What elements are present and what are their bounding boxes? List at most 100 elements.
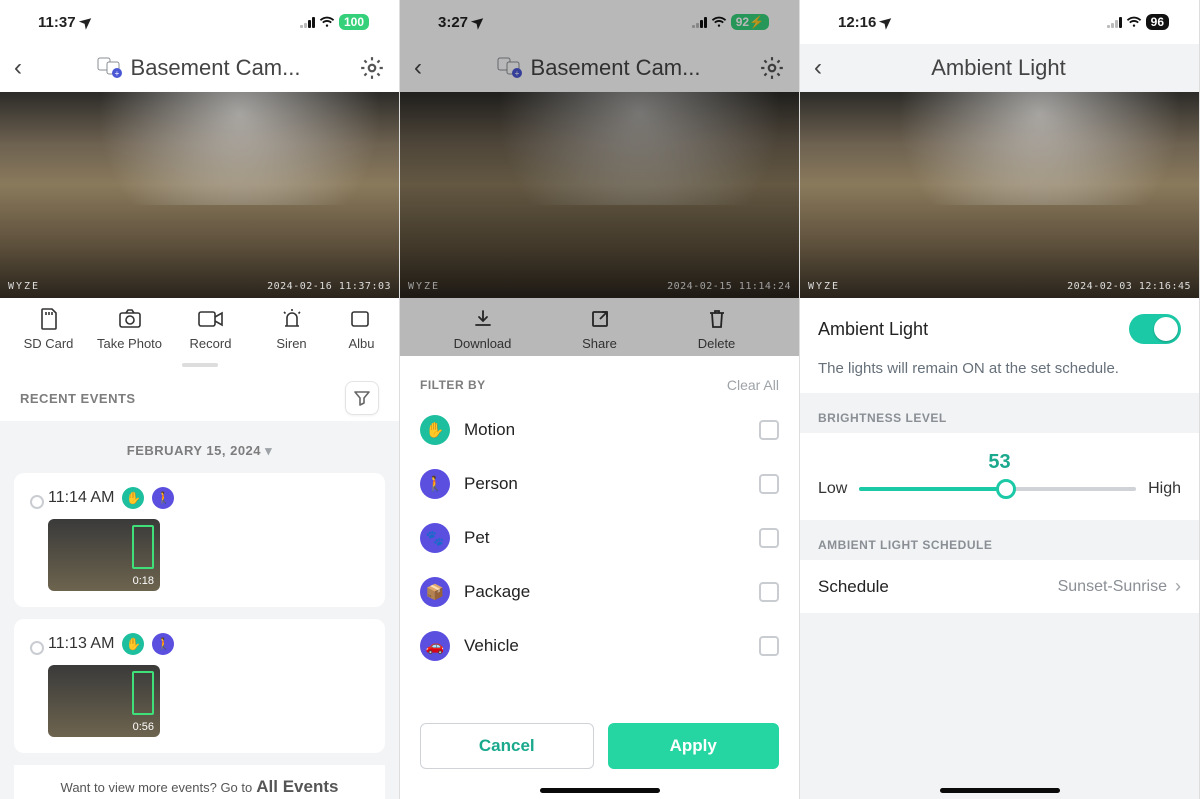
- checkbox[interactable]: [759, 528, 779, 548]
- filter-row-vehicle[interactable]: 🚗 Vehicle: [420, 619, 779, 673]
- action-label: Delete: [698, 336, 736, 351]
- brightness-value: 53: [818, 451, 1181, 474]
- battery-pill: 100: [339, 14, 369, 30]
- ambient-light-toggle[interactable]: [1129, 314, 1181, 344]
- schedule-label: Schedule: [818, 577, 1050, 597]
- status-bar: 3:27 ➤ 92⚡: [400, 0, 799, 44]
- feed-brand: WYZE: [808, 281, 840, 292]
- chevron-right-icon: ›: [1175, 576, 1181, 597]
- camera-feed[interactable]: WYZE 2024-02-15 11:14:24: [400, 92, 799, 298]
- status-time: 3:27: [438, 14, 468, 31]
- charging-icon: ⚡: [749, 15, 764, 29]
- motion-icon: ✋: [420, 415, 450, 445]
- all-events-link[interactable]: All Events: [256, 777, 338, 797]
- wifi-icon: [711, 16, 727, 28]
- more-events-strip[interactable]: Want to view more events? Go to All Even…: [14, 765, 385, 799]
- filter-sheet: FILTER BY Clear All ✋ Motion 🚶 Person 🐾 …: [400, 363, 799, 799]
- camera-feed[interactable]: WYZE 2024-02-03 12:16:45: [800, 92, 1199, 298]
- checkbox[interactable]: [759, 420, 779, 440]
- checkbox[interactable]: [759, 636, 779, 656]
- action-delete[interactable]: Delete: [680, 308, 754, 351]
- event-thumbnail[interactable]: 0:56: [48, 665, 160, 737]
- slider-knob[interactable]: [996, 479, 1016, 499]
- feed-brand: WYZE: [408, 281, 440, 292]
- chevron-down-icon: ▾: [265, 443, 272, 458]
- album-icon: [351, 308, 373, 330]
- filter-button[interactable]: [345, 381, 379, 415]
- cellular-icon: [1107, 16, 1122, 28]
- filter-row-person[interactable]: 🚶 Person: [420, 457, 779, 511]
- gear-icon: [759, 55, 785, 81]
- panel-live-view: 11:37 ➤ 100 ‹ + Basement Cam... WYZE 202…: [0, 0, 400, 799]
- camera-feed[interactable]: WYZE 2024-02-16 11:37:03: [0, 92, 399, 298]
- feed-timestamp: 2024-02-15 11:14:24: [667, 281, 791, 292]
- motion-tag-icon: ✋: [122, 487, 144, 509]
- siren-icon: [281, 308, 303, 330]
- status-bar: 12:16 ➤ 96: [800, 0, 1199, 44]
- brightness-title: BRIGHTNESS LEVEL: [800, 393, 1199, 433]
- battery-pill: 96: [1146, 14, 1169, 30]
- filter-by-title: FILTER BY: [420, 378, 486, 392]
- events-list[interactable]: FEBRUARY 15, 2024 ▾ 11:14 AM ✋ 🚶 0:18 11…: [0, 421, 399, 799]
- filter-row-package[interactable]: 📦 Package: [420, 565, 779, 619]
- cellular-icon: [692, 16, 707, 28]
- page-title: + Basement Cam...: [446, 55, 751, 81]
- pet-icon: 🐾: [420, 523, 450, 553]
- brightness-high-label: High: [1148, 480, 1181, 498]
- feed-brand: WYZE: [8, 281, 40, 292]
- event-thumbnail[interactable]: 0:18: [48, 519, 160, 591]
- settings-button[interactable]: [359, 55, 385, 81]
- record-icon: [198, 308, 224, 330]
- action-record[interactable]: Record: [174, 308, 248, 351]
- action-album[interactable]: Albu: [336, 308, 388, 351]
- event-item[interactable]: 11:14 AM ✋ 🚶 0:18: [14, 473, 385, 607]
- back-button[interactable]: ‹: [14, 56, 38, 80]
- svg-text:+: +: [114, 69, 119, 78]
- page-title: + Basement Cam...: [46, 55, 351, 81]
- apply-button[interactable]: Apply: [608, 723, 780, 769]
- event-duration: 0:56: [133, 721, 154, 733]
- drag-handle[interactable]: [182, 363, 218, 367]
- ambient-light-desc: The lights will remain ON at the set sch…: [800, 360, 1199, 393]
- action-label: SD Card: [24, 336, 74, 351]
- back-button[interactable]: ‹: [814, 56, 838, 80]
- clear-all-button[interactable]: Clear All: [727, 377, 779, 393]
- action-siren[interactable]: Siren: [255, 308, 329, 351]
- status-time: 11:37: [38, 14, 76, 31]
- checkbox[interactable]: [759, 582, 779, 602]
- wifi-icon: [1126, 16, 1142, 28]
- trash-icon: [707, 308, 727, 330]
- events-date: FEBRUARY 15, 2024: [127, 443, 261, 458]
- nav-bar: ‹ Ambient Light: [800, 44, 1199, 92]
- svg-text:+: +: [514, 69, 519, 78]
- action-label: Siren: [276, 336, 306, 351]
- camera-multi-icon: +: [497, 56, 527, 80]
- recent-events-title: RECENT EVENTS: [20, 391, 136, 406]
- brightness-slider[interactable]: [859, 487, 1136, 491]
- schedule-row[interactable]: Schedule Sunset-Sunrise ›: [800, 560, 1199, 613]
- nav-bar: ‹ + Basement Cam...: [400, 44, 799, 92]
- nav-bar: ‹ + Basement Cam...: [0, 44, 399, 92]
- cancel-button[interactable]: Cancel: [420, 723, 594, 769]
- person-tag-icon: 🚶: [152, 633, 174, 655]
- download-icon: [473, 308, 493, 330]
- event-item[interactable]: 11:13 AM ✋ 🚶 0:56: [14, 619, 385, 753]
- cellular-icon: [300, 16, 315, 28]
- back-button[interactable]: ‹: [414, 56, 438, 80]
- wifi-icon: [319, 16, 335, 28]
- package-icon: 📦: [420, 577, 450, 607]
- action-takephoto[interactable]: Take Photo: [93, 308, 167, 351]
- schedule-title: AMBIENT LIGHT SCHEDULE: [800, 520, 1199, 560]
- filter-row-pet[interactable]: 🐾 Pet: [420, 511, 779, 565]
- page-title: Ambient Light: [846, 55, 1151, 81]
- action-label: Share: [582, 336, 617, 351]
- settings-button[interactable]: [759, 55, 785, 81]
- action-label: Download: [454, 336, 512, 351]
- action-share[interactable]: Share: [563, 308, 637, 351]
- sdcard-icon: [39, 308, 59, 330]
- filter-row-motion[interactable]: ✋ Motion: [420, 403, 779, 457]
- action-download[interactable]: Download: [446, 308, 520, 351]
- camera-icon: [118, 308, 142, 330]
- checkbox[interactable]: [759, 474, 779, 494]
- action-sdcard[interactable]: SD Card: [12, 308, 86, 351]
